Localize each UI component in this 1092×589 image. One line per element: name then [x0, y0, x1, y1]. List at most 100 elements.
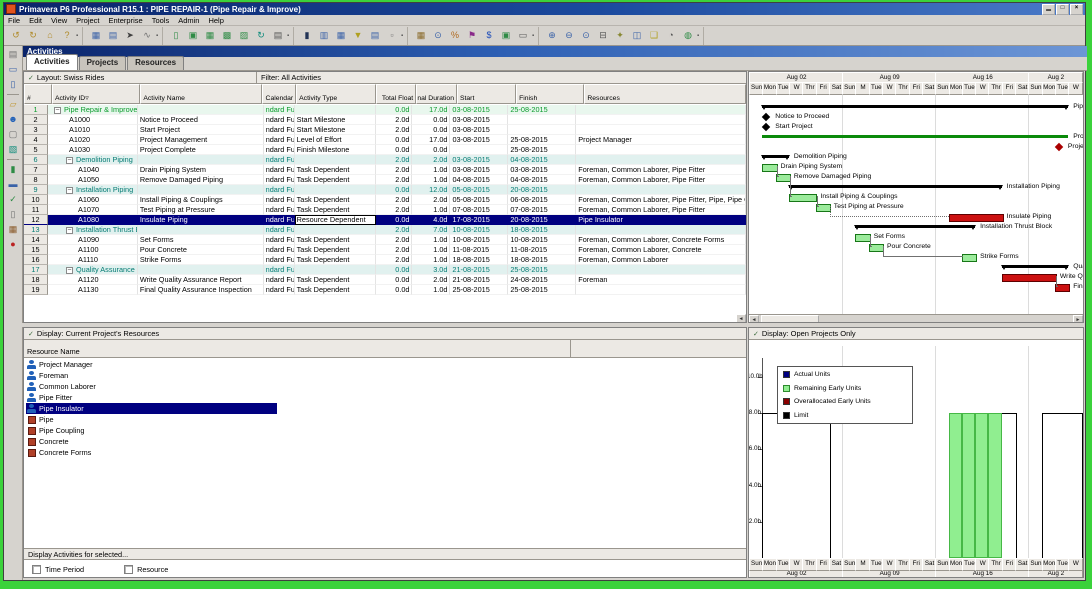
cell-total_float[interactable]: 0.0d [375, 275, 413, 285]
gantt-task-bar[interactable] [762, 164, 778, 172]
cell-resources[interactable] [576, 265, 746, 275]
cell-resources[interactable]: Project Manager [576, 135, 746, 145]
cell-finish[interactable]: 25-08-2015 [508, 285, 577, 295]
cell-resources[interactable]: Foreman, Common Laborer, Pipe Fitter [576, 165, 746, 175]
layout-options-bar[interactable]: ✓ Layout: Swiss Rides [24, 72, 257, 83]
scroll-left-icon[interactable]: ◄ [749, 315, 759, 322]
gantt-summary-bar[interactable] [787, 185, 1003, 190]
cell-id[interactable]: A1100 [47, 245, 138, 255]
layers-icon[interactable]: ▦ [202, 27, 218, 44]
bars-icon[interactable]: ▮ [299, 27, 315, 44]
cell-id[interactable]: A1060 [47, 195, 138, 205]
cell-type[interactable] [294, 185, 376, 195]
cell-orig_duration[interactable]: 7.0d [412, 225, 451, 235]
find-icon[interactable]: ⊙ [430, 27, 446, 44]
cell-total_float[interactable]: 0.0d [375, 135, 413, 145]
cell-type[interactable]: Resource Dependent [294, 215, 376, 225]
gantt-task-bar[interactable] [788, 194, 818, 202]
cell-total_float[interactable]: 2.0d [375, 255, 413, 265]
print-preview-icon[interactable]: ▯ [6, 78, 20, 91]
cell-name[interactable]: Start Project [137, 125, 264, 135]
cell-start[interactable]: 04-08-2015 [450, 175, 509, 185]
cell-id[interactable]: − Quality Assurance [47, 265, 138, 275]
refresh-icon[interactable]: ↻ [253, 27, 269, 44]
cell-id[interactable]: A1000 [47, 115, 138, 125]
tab-projects[interactable]: Projects [78, 56, 127, 70]
resource-row[interactable]: Foreman [24, 370, 746, 381]
cell-resources[interactable] [576, 105, 746, 115]
dollar-icon[interactable]: $ [481, 27, 497, 44]
zoom-out-icon[interactable]: ⊖ [561, 27, 577, 44]
cell-resources[interactable]: Foreman, Common Laborer, Pipe Fitter [576, 175, 746, 185]
cell-resources[interactable] [576, 155, 746, 165]
cell-start[interactable]: 03-08-2015 [450, 165, 509, 175]
activity-row[interactable]: 9−Installation Piping ndard Full Time 0.0d… [24, 185, 746, 195]
collapse-icon[interactable]: − [65, 266, 73, 274]
column-header-type[interactable]: Activity Type [296, 84, 377, 104]
cell-type[interactable] [294, 105, 376, 115]
cell-calendar[interactable]: ndard Full Time [263, 155, 295, 165]
vertical-split-icon[interactable]: ◫ [629, 27, 645, 44]
level-resources-icon[interactable]: ▬ [6, 178, 20, 191]
cell-resources[interactable]: Pipe Insulator [576, 215, 746, 225]
cell-calendar[interactable]: ndard Full Time [263, 255, 295, 265]
collapse-icon[interactable]: − [65, 226, 73, 234]
cell-finish[interactable]: 20-08-2015 [508, 185, 577, 195]
cell-orig_duration[interactable]: 2.0d [412, 195, 451, 205]
cell-finish[interactable] [508, 125, 577, 135]
activity-row[interactable]: 15A1100Pour Concretendard Full TimeTask … [24, 245, 746, 255]
toolbar-overflow-icon[interactable]: ▪ [156, 29, 161, 43]
cell-total_float[interactable]: 2.0d [375, 125, 413, 135]
activity-row[interactable]: 19 A1130 Final Quality Assurance Inspectio… [24, 285, 746, 295]
cell-name[interactable] [137, 105, 264, 115]
cell-finish[interactable]: 04-08-2015 [508, 155, 577, 165]
usage-display-bar[interactable]: ✓ Display: Open Projects Only [749, 328, 1083, 340]
cell-resources[interactable]: Foreman, Common Laborer, Concrete Forms [576, 235, 746, 245]
cell-finish[interactable]: 25-08-2015 [508, 145, 577, 155]
cell-start[interactable]: 03-08-2015 [450, 155, 509, 165]
cell-calendar[interactable]: ndard Full Time [263, 235, 295, 245]
cell-resources[interactable]: Foreman, Common Laborer, Pipe Fitter, Pi… [576, 195, 746, 205]
cell-calendar[interactable]: ndard Full Time [263, 185, 295, 195]
resource-table-header[interactable]: Resource Name [24, 340, 746, 358]
cell-id[interactable]: A1120 [47, 275, 138, 285]
cell-start[interactable]: 10-08-2015 [450, 225, 509, 235]
table-font-icon[interactable]: ▦ [333, 27, 349, 44]
cell-resources[interactable] [576, 115, 746, 125]
activity-row[interactable]: 18 A1120 Write Quality Assurance Report nda… [24, 275, 746, 285]
cell-calendar[interactable]: ndard Full Time [263, 105, 295, 115]
cell-id[interactable]: −Installation Thrust Block [47, 225, 138, 235]
gantt-timescale[interactable]: Aug 02 Sun Mon Tue W Thr Fri Sat Aug 09 Sun M Tue W T… [749, 72, 1083, 95]
activity-row[interactable]: 11A1070Test Piping at Pressurendard Full… [24, 205, 746, 215]
cell-type[interactable]: Start Milestone [294, 115, 376, 125]
cell-finish[interactable]: 03-08-2015 [508, 165, 577, 175]
cell-id[interactable]: A1110 [47, 255, 138, 265]
cell-finish[interactable] [508, 115, 577, 125]
toolbar-overflow-icon[interactable]: ▪ [287, 29, 292, 43]
roles-icon[interactable]: ▨ [236, 27, 252, 44]
cell-total_float[interactable]: 0.0d [375, 285, 413, 295]
group-sort-icon[interactable]: ▤ [367, 27, 383, 44]
frame-icon[interactable]: ▢ [6, 128, 20, 141]
gantt-summary-bar[interactable] [761, 105, 1070, 110]
resource-row[interactable]: Project Manager [24, 359, 746, 370]
cell-start[interactable]: 11-08-2015 [450, 245, 509, 255]
cell-name[interactable]: Remove Damaged Piping [137, 175, 264, 185]
cell-start[interactable]: 21-08-2015 [450, 265, 509, 275]
scroll-right-icon[interactable]: ► [1073, 315, 1083, 322]
cell-id[interactable]: A1010 [47, 125, 138, 135]
cell-type[interactable]: Level of Effort [294, 135, 376, 145]
menu-tools[interactable]: Tools [152, 16, 170, 25]
cell-type[interactable]: Task Dependent [294, 245, 376, 255]
cell-orig_duration[interactable]: 1.0d [412, 205, 451, 215]
maximize-button[interactable]: □ [1056, 3, 1069, 15]
forward-icon[interactable]: ↻ [25, 27, 41, 44]
zoom-fit-icon[interactable]: ⊙ [578, 27, 594, 44]
cell-type[interactable]: Task Dependent [294, 165, 376, 175]
cell-name[interactable] [137, 185, 264, 195]
resources-icon[interactable]: ▩ [219, 27, 235, 44]
menu-project[interactable]: Project [76, 16, 99, 25]
cell-orig_duration[interactable]: 0.0d [412, 125, 451, 135]
folder-icon[interactable]: ▱ [6, 98, 20, 111]
cell-orig_duration[interactable]: 17.0d [412, 105, 451, 115]
